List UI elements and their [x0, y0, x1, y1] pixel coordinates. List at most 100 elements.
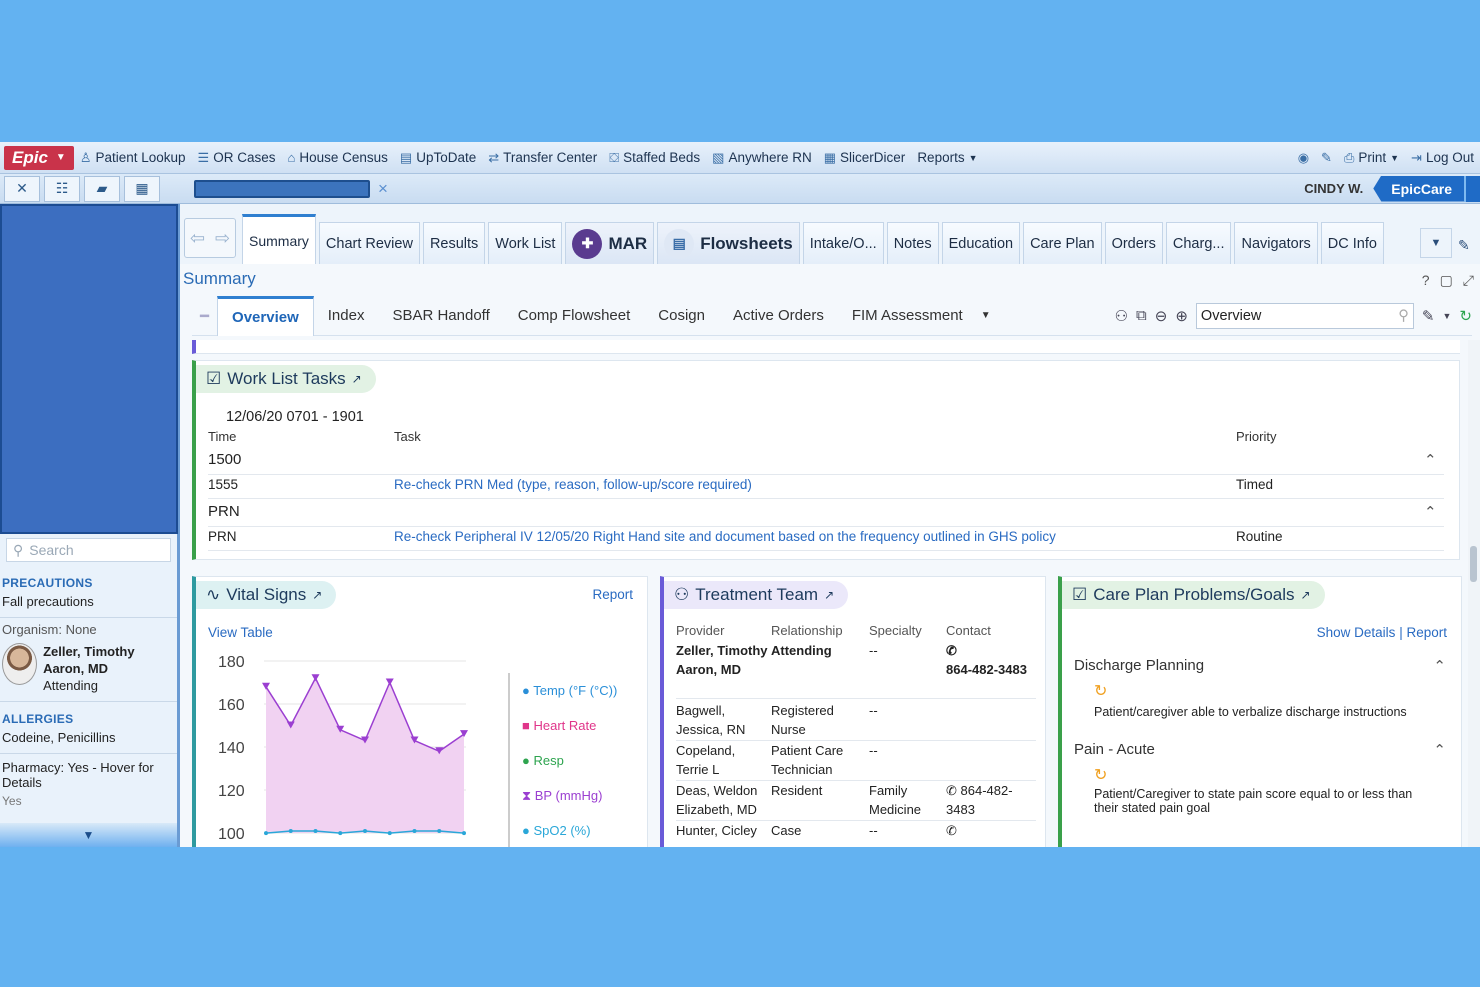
collapse-icon[interactable]: ⌃	[1424, 451, 1444, 474]
collapse-icon[interactable]: ⌃	[1424, 503, 1444, 526]
spo2-point[interactable]	[288, 829, 293, 833]
patient-workspace-tab[interactable]	[194, 179, 370, 198]
spo2-point[interactable]	[363, 829, 367, 833]
tab-chart-review[interactable]: Chart Review	[318, 222, 420, 264]
wrench-button[interactable]: ✎	[1315, 150, 1338, 166]
anywhere-rn-button[interactable]: ▧ Anywhere RN	[706, 150, 818, 166]
tab-comp-flowsheet[interactable]: Comp Flowsheet	[504, 296, 645, 336]
refresh-icon[interactable]: ↻	[1459, 307, 1472, 325]
tab-work-list[interactable]: Work List	[488, 222, 563, 264]
tools-icon[interactable]: ✕	[4, 175, 40, 202]
spo2-point[interactable]	[412, 829, 417, 833]
goal-text[interactable]: Patient/Caregiver to state pain score eq…	[1094, 787, 1439, 815]
tab-intake-output[interactable]: Intake/O...	[802, 222, 884, 264]
tab-notes[interactable]: Notes	[886, 222, 939, 264]
table-row[interactable]: 1555 Re-check PRN Med (type, reason, fol…	[208, 477, 1444, 499]
collapse-icon[interactable]: ━	[192, 307, 217, 325]
problem-discharge-planning[interactable]: Discharge Planning ⌃	[1074, 657, 1446, 675]
binoculars-icon[interactable]: ⚇	[1115, 307, 1128, 325]
bp-point[interactable]	[262, 682, 270, 690]
table-row[interactable]: Copeland, Terrie L Patient Care Technicia…	[676, 741, 1036, 781]
tab-summary[interactable]: Summary	[242, 214, 316, 264]
vertical-scrollbar[interactable]	[1468, 340, 1480, 847]
expand-icon[interactable]: ⤢	[1463, 272, 1474, 289]
tab-active-orders[interactable]: Active Orders	[719, 296, 838, 336]
work-list-header[interactable]: ☑ Work List Tasks ↗	[196, 365, 376, 393]
spo2-point[interactable]	[313, 829, 318, 833]
calendar-icon[interactable]: ▦	[124, 175, 160, 202]
tab-cosign[interactable]: Cosign	[644, 296, 719, 336]
patient-header-block[interactable]	[0, 204, 178, 534]
print-button[interactable]: ⎙ Print ▼	[1338, 150, 1405, 166]
more-tabs-button[interactable]: ▼	[1420, 228, 1452, 258]
phone-icon[interactable]: ✆	[946, 823, 957, 838]
phone-icon[interactable]: ✆	[946, 783, 957, 798]
collapse-icon[interactable]: ⌃	[1433, 741, 1446, 759]
back-arrow-icon[interactable]: ⇦	[190, 228, 205, 249]
tab-orders[interactable]: Orders	[1104, 222, 1163, 264]
tab-dc-info[interactable]: DC Info	[1320, 222, 1384, 264]
legend-resp[interactable]: ● Resp	[522, 743, 617, 778]
slicerdicer-button[interactable]: ▦ SlicerDicer	[818, 150, 912, 166]
treatment-team-header[interactable]: ⚇ Treatment Team ↗	[664, 581, 849, 609]
transfer-center-button[interactable]: ⇄ Transfer Center	[482, 150, 603, 166]
tab-education[interactable]: Education	[941, 222, 1021, 264]
problem-pain-acute[interactable]: Pain - Acute ⌃	[1074, 741, 1446, 759]
vital-signs-chart[interactable]: 180 160 140 120 100	[206, 647, 506, 847]
storyboard-search-input[interactable]: ⚲ Search	[6, 538, 171, 562]
storyboard-expand-button[interactable]: ▼	[0, 823, 177, 847]
house-census-button[interactable]: ⌂ House Census	[281, 150, 393, 165]
table-row[interactable]: Bagwell, Jessica, RN Registered Nurse --	[676, 701, 1036, 741]
zoom-in-icon[interactable]: ⊕	[1175, 307, 1188, 325]
care-plan-header[interactable]: ☑ Care Plan Problems/Goals ↗	[1062, 581, 1325, 609]
precautions-value[interactable]: Fall precautions	[0, 590, 177, 609]
view-table-link[interactable]: View Table	[208, 625, 273, 640]
report-search-input[interactable]: Overview ⚲	[1195, 302, 1414, 329]
table-row[interactable]: PRN Re-check Peripheral IV 12/05/20 Righ…	[208, 529, 1444, 551]
globe-button[interactable]: ◉	[1292, 150, 1315, 166]
scrollbar-thumb[interactable]	[1470, 546, 1477, 582]
patient-lookup-button[interactable]: ♙ Patient Lookup	[74, 150, 192, 166]
legend-heart-rate[interactable]: ■ Heart Rate	[522, 708, 617, 743]
reports-menu[interactable]: Reports ▼	[911, 150, 983, 165]
table-row[interactable]: Hunter, Cicley Case -- ✆	[676, 821, 1036, 843]
tab-mar[interactable]: ✚ MAR	[565, 222, 655, 264]
zoom-out-icon[interactable]: ⊖	[1155, 307, 1168, 325]
legend-bp[interactable]: ⧗ BP (mmHg)	[522, 778, 617, 813]
vitals-report-link[interactable]: Report	[592, 587, 633, 602]
spo2-point[interactable]	[338, 831, 343, 836]
wrench-icon[interactable]: ✎	[1422, 307, 1435, 325]
table-row[interactable]: Zeller, Timothy Aaron, MD Attending -- ✆ 864…	[676, 641, 1036, 699]
goal-text[interactable]: Patient/caregiver able to verbalize disc…	[1094, 705, 1439, 719]
wrench-icon[interactable]: ✎	[1458, 237, 1480, 254]
bp-point[interactable]	[385, 678, 394, 686]
tab-index[interactable]: Index	[314, 296, 379, 336]
or-cases-button[interactable]: ☰ OR Cases	[192, 150, 282, 166]
window-icon[interactable]: ▢	[1440, 272, 1453, 289]
legend-spo2[interactable]: ● SpO2 (%)	[522, 813, 617, 847]
show-details-link[interactable]: Show Details	[1317, 625, 1396, 640]
tab-sbar-handoff[interactable]: SBAR Handoff	[378, 296, 503, 336]
tab-charge[interactable]: Charg...	[1165, 222, 1232, 264]
chevron-down-icon[interactable]: ▼	[977, 310, 991, 321]
folder-icon[interactable]: ▰	[84, 175, 120, 202]
collapse-icon[interactable]: ⌃	[1433, 657, 1446, 675]
table-row[interactable]: Deas, Weldon Elizabeth, MD Resident Family…	[676, 781, 1036, 821]
allergies-value[interactable]: Codeine, Penicillins	[0, 726, 177, 745]
list-icon[interactable]: ☷	[44, 175, 80, 202]
help-icon[interactable]: ?	[1422, 272, 1430, 289]
history-nav[interactable]: ⇦ ⇨	[184, 218, 236, 258]
chevron-down-icon[interactable]: ▼	[1443, 311, 1452, 321]
copy-icon[interactable]: ⧉	[1136, 307, 1147, 324]
logout-button[interactable]: ⇥ Log Out	[1405, 150, 1480, 166]
forward-arrow-icon[interactable]: ⇨	[215, 228, 230, 249]
close-icon[interactable]: ×	[378, 179, 388, 199]
attending-provider[interactable]: Zeller, Timothy Aaron, MD Attending	[0, 637, 177, 701]
spo2-point[interactable]	[387, 831, 392, 836]
tab-fim-assessment[interactable]: FIM Assessment	[838, 296, 977, 336]
uptodate-button[interactable]: ▤ UpToDate	[394, 150, 482, 166]
tab-overview[interactable]: Overview	[217, 295, 314, 336]
pharmacy-text[interactable]: Pharmacy: Yes - Hover for Details	[0, 754, 177, 790]
tab-results[interactable]: Results	[422, 222, 486, 264]
phone-icon[interactable]: ✆	[946, 643, 957, 658]
